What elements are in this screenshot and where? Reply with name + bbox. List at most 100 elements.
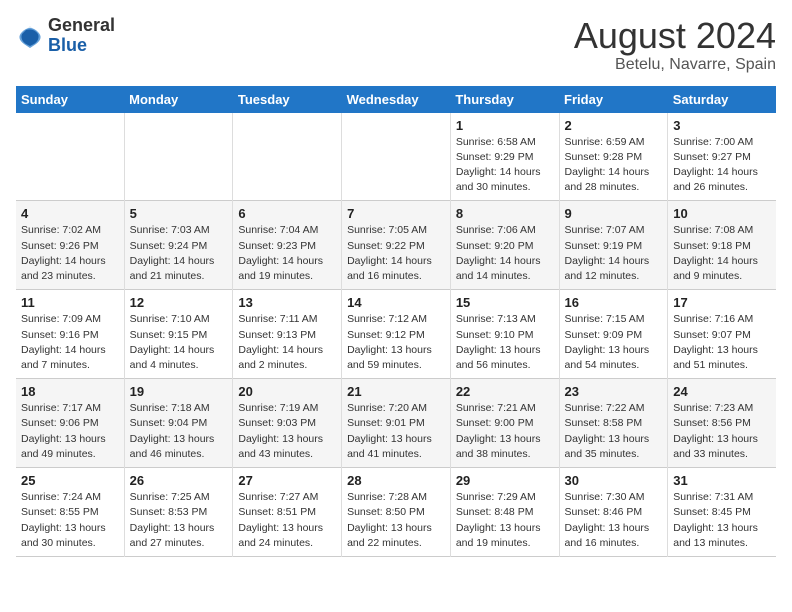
day-number: 4: [21, 206, 119, 221]
calendar-cell: 19 Sunrise: 7:18 AM Sunset: 9:04 PM Dayli…: [124, 379, 233, 468]
day-info: Sunrise: 7:17 AM Sunset: 9:06 PM Dayligh…: [21, 401, 119, 462]
day-number: 15: [456, 295, 554, 310]
day-number: 10: [673, 206, 771, 221]
calendar-week-1: 1 Sunrise: 6:58 AM Sunset: 9:29 PM Daylig…: [16, 113, 776, 201]
calendar-cell: 20Sunrise: 7:19 AM Sunset: 9:03 PM Dayli…: [233, 379, 342, 468]
day-info: Sunrise: 7:05 AM Sunset: 9:22 PM Dayligh…: [347, 223, 445, 284]
day-info: Sunrise: 7:02 AM Sunset: 9:26 PM Dayligh…: [21, 223, 119, 284]
day-number: 9: [565, 206, 663, 221]
day-info: Sunrise: 7:30 AM Sunset: 8:46 PM Dayligh…: [565, 490, 663, 551]
calendar-cell: 9 Sunrise: 7:07 AM Sunset: 9:19 PM Daylig…: [559, 201, 668, 290]
header-day-wednesday: Wednesday: [342, 86, 451, 113]
calendar-cell: 12Sunrise: 7:10 AM Sunset: 9:15 PM Dayli…: [124, 290, 233, 379]
day-number: 1: [456, 118, 554, 133]
day-info: Sunrise: 7:20 AM Sunset: 9:01 PM Dayligh…: [347, 401, 445, 462]
day-number: 7: [347, 206, 445, 221]
calendar-cell: 13 Sunrise: 7:11 AM Sunset: 9:13 PM Dayli…: [233, 290, 342, 379]
day-info: Sunrise: 7:24 AM Sunset: 8:55 PM Dayligh…: [21, 490, 119, 551]
day-info: Sunrise: 7:21 AM Sunset: 9:00 PM Dayligh…: [456, 401, 554, 462]
day-number: 24: [673, 384, 771, 399]
day-info: Sunrise: 7:00 AM Sunset: 9:27 PM Dayligh…: [673, 135, 771, 196]
day-info: Sunrise: 7:18 AM Sunset: 9:04 PM Dayligh…: [130, 401, 228, 462]
day-number: 16: [565, 295, 663, 310]
day-info: Sunrise: 7:25 AM Sunset: 8:53 PM Dayligh…: [130, 490, 228, 551]
calendar-cell: 21 Sunrise: 7:20 AM Sunset: 9:01 PM Dayli…: [342, 379, 451, 468]
calendar-title: August 2024: [574, 16, 776, 56]
calendar-cell: 28 Sunrise: 7:28 AM Sunset: 8:50 PM Dayli…: [342, 468, 451, 557]
day-info: Sunrise: 7:16 AM Sunset: 9:07 PM Dayligh…: [673, 312, 771, 373]
header-day-monday: Monday: [124, 86, 233, 113]
calendar-cell: 27 Sunrise: 7:27 AM Sunset: 8:51 PM Dayli…: [233, 468, 342, 557]
logo-icon: [16, 22, 44, 50]
title-block: August 2024 Betelu, Navarre, Spain: [574, 16, 776, 74]
calendar-cell: 15 Sunrise: 7:13 AM Sunset: 9:10 PM Dayli…: [450, 290, 559, 379]
day-info: Sunrise: 7:22 AM Sunset: 8:58 PM Dayligh…: [565, 401, 663, 462]
day-info: Sunrise: 7:03 AM Sunset: 9:24 PM Dayligh…: [130, 223, 228, 284]
calendar-cell: 8Sunrise: 7:06 AM Sunset: 9:20 PM Daylig…: [450, 201, 559, 290]
calendar-week-5: 25 Sunrise: 7:24 AM Sunset: 8:55 PM Dayli…: [16, 468, 776, 557]
day-number: 28: [347, 473, 445, 488]
day-info: Sunrise: 7:11 AM Sunset: 9:13 PM Dayligh…: [238, 312, 336, 373]
day-number: 13: [238, 295, 336, 310]
day-info: Sunrise: 7:08 AM Sunset: 9:18 PM Dayligh…: [673, 223, 771, 284]
day-info: Sunrise: 6:58 AM Sunset: 9:29 PM Dayligh…: [456, 135, 554, 196]
header-day-tuesday: Tuesday: [233, 86, 342, 113]
day-info: Sunrise: 7:27 AM Sunset: 8:51 PM Dayligh…: [238, 490, 336, 551]
calendar-cell: 22Sunrise: 7:21 AM Sunset: 9:00 PM Dayli…: [450, 379, 559, 468]
calendar-body: 1 Sunrise: 6:58 AM Sunset: 9:29 PM Daylig…: [16, 113, 776, 557]
calendar-week-4: 18 Sunrise: 7:17 AM Sunset: 9:06 PM Dayli…: [16, 379, 776, 468]
calendar-cell: 31Sunrise: 7:31 AM Sunset: 8:45 PM Dayli…: [668, 468, 776, 557]
header-day-thursday: Thursday: [450, 86, 559, 113]
logo-general-text: General: [48, 15, 115, 35]
calendar-cell: 11 Sunrise: 7:09 AM Sunset: 9:16 PM Dayli…: [16, 290, 124, 379]
calendar-cell: 18 Sunrise: 7:17 AM Sunset: 9:06 PM Dayli…: [16, 379, 124, 468]
day-number: 18: [21, 384, 119, 399]
day-info: Sunrise: 7:07 AM Sunset: 9:19 PM Dayligh…: [565, 223, 663, 284]
calendar-cell: 24 Sunrise: 7:23 AM Sunset: 8:56 PM Dayli…: [668, 379, 776, 468]
day-info: Sunrise: 7:15 AM Sunset: 9:09 PM Dayligh…: [565, 312, 663, 373]
day-number: 17: [673, 295, 771, 310]
header-row: SundayMondayTuesdayWednesdayThursdayFrid…: [16, 86, 776, 113]
day-info: Sunrise: 7:23 AM Sunset: 8:56 PM Dayligh…: [673, 401, 771, 462]
day-number: 14: [347, 295, 445, 310]
calendar-cell: 5 Sunrise: 7:03 AM Sunset: 9:24 PM Daylig…: [124, 201, 233, 290]
calendar-cell: 14Sunrise: 7:12 AM Sunset: 9:12 PM Dayli…: [342, 290, 451, 379]
calendar-cell: 23Sunrise: 7:22 AM Sunset: 8:58 PM Dayli…: [559, 379, 668, 468]
day-number: 3: [673, 118, 771, 133]
calendar-cell: 6Sunrise: 7:04 AM Sunset: 9:23 PM Daylig…: [233, 201, 342, 290]
day-info: Sunrise: 7:13 AM Sunset: 9:10 PM Dayligh…: [456, 312, 554, 373]
calendar-cell: 25 Sunrise: 7:24 AM Sunset: 8:55 PM Dayli…: [16, 468, 124, 557]
calendar-week-2: 4 Sunrise: 7:02 AM Sunset: 9:26 PM Daylig…: [16, 201, 776, 290]
calendar-cell: 17 Sunrise: 7:16 AM Sunset: 9:07 PM Dayli…: [668, 290, 776, 379]
calendar-cell: [16, 113, 124, 201]
calendar-week-3: 11 Sunrise: 7:09 AM Sunset: 9:16 PM Dayli…: [16, 290, 776, 379]
header-day-friday: Friday: [559, 86, 668, 113]
day-number: 29: [456, 473, 554, 488]
day-number: 6: [238, 206, 336, 221]
day-number: 19: [130, 384, 228, 399]
logo: General Blue: [16, 16, 115, 56]
day-number: 26: [130, 473, 228, 488]
day-info: Sunrise: 7:29 AM Sunset: 8:48 PM Dayligh…: [456, 490, 554, 551]
day-number: 21: [347, 384, 445, 399]
calendar-cell: 7 Sunrise: 7:05 AM Sunset: 9:22 PM Daylig…: [342, 201, 451, 290]
page-header: General Blue August 2024 Betelu, Navarre…: [16, 16, 776, 74]
calendar-subtitle: Betelu, Navarre, Spain: [574, 56, 776, 74]
calendar-cell: 10 Sunrise: 7:08 AM Sunset: 9:18 PM Dayli…: [668, 201, 776, 290]
day-info: Sunrise: 7:28 AM Sunset: 8:50 PM Dayligh…: [347, 490, 445, 551]
day-info: Sunrise: 7:09 AM Sunset: 9:16 PM Dayligh…: [21, 312, 119, 373]
day-number: 11: [21, 295, 119, 310]
calendar-cell: 1 Sunrise: 6:58 AM Sunset: 9:29 PM Daylig…: [450, 113, 559, 201]
day-number: 5: [130, 206, 228, 221]
calendar-cell: [233, 113, 342, 201]
day-number: 30: [565, 473, 663, 488]
calendar-cell: 29 Sunrise: 7:29 AM Sunset: 8:48 PM Dayli…: [450, 468, 559, 557]
day-number: 25: [21, 473, 119, 488]
calendar-cell: 30 Sunrise: 7:30 AM Sunset: 8:46 PM Dayli…: [559, 468, 668, 557]
day-number: 27: [238, 473, 336, 488]
calendar-cell: [124, 113, 233, 201]
day-number: 31: [673, 473, 771, 488]
day-info: Sunrise: 7:19 AM Sunset: 9:03 PM Dayligh…: [238, 401, 336, 462]
calendar-cell: 26 Sunrise: 7:25 AM Sunset: 8:53 PM Dayli…: [124, 468, 233, 557]
header-day-saturday: Saturday: [668, 86, 776, 113]
